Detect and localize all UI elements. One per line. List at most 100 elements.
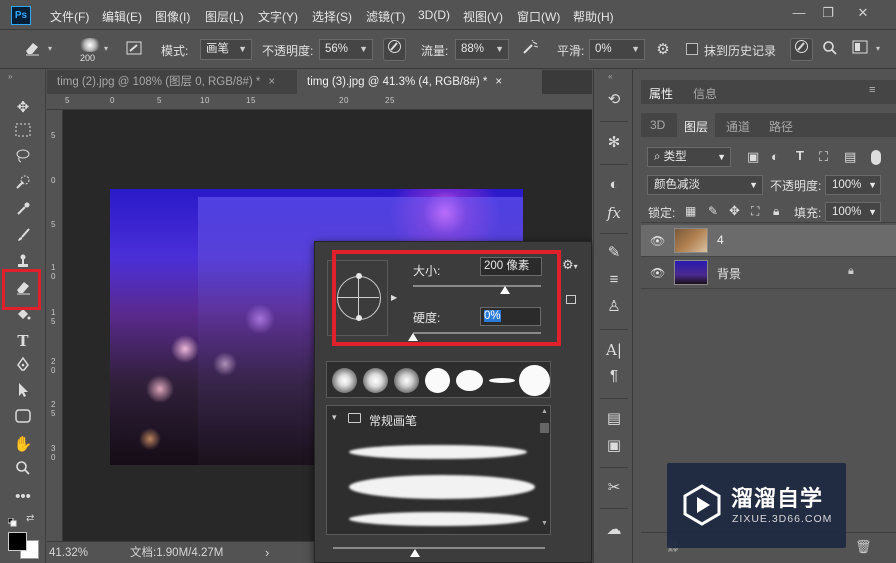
eraser-tool-icon[interactable] [22,40,42,60]
chevron-down-icon[interactable]: ▾ [332,412,337,423]
soft-round-brush-preset[interactable] [363,368,388,393]
preview-size-slider-thumb[interactable] [410,549,420,557]
tab-paths[interactable]: 路径 [769,118,793,135]
filter-adjustment-icon[interactable]: ◐ [771,149,779,164]
tab-timg-2[interactable]: timg (2).jpg @ 108% (图层 0, RGB/8#) * × [47,70,297,94]
new-preset-icon[interactable] [566,295,576,304]
tab-timg-3[interactable]: timg (3).jpg @ 41.3% (4, RGB/8#) * × [297,70,542,94]
brush-list-scrollbar[interactable]: ▲ ▼ [539,408,550,532]
layer-name[interactable]: 背景 [717,265,741,282]
pressure-opacity-button[interactable] [383,38,406,61]
layer-name[interactable]: 4 [717,233,724,247]
quick-selection-tool-icon[interactable] [10,174,36,196]
lock-position-icon[interactable]: ✥ [729,203,740,219]
filter-toggle-icon[interactable] [871,150,881,165]
hard-round-brush-preset[interactable] [425,368,450,393]
adjustments-icon[interactable]: ◐ [602,173,626,197]
paragraph-icon[interactable]: ¶ [602,364,626,388]
layer-row-background[interactable]: 👁︎ 背景 🔒︎ [641,257,896,289]
smoothing-input[interactable]: 0% ▼ [589,39,645,60]
lock-brush-icon[interactable]: ✎ [708,204,718,218]
opacity-input[interactable]: 56% ▼ [319,39,373,60]
menu-help[interactable]: 帮助(H) [573,8,614,25]
tools-cross-icon[interactable]: ✂ [602,476,626,500]
brush-stroke-preview[interactable] [349,445,527,459]
lock-artboard-icon[interactable]: ⛶ [751,204,759,219]
panel-menu-icon[interactable]: ≡ [869,84,875,96]
info-doc-icon[interactable]: ▣ [602,434,626,458]
pressure-size-button[interactable] [790,38,813,61]
hand-tool-icon[interactable]: ✋ [10,434,36,456]
menu-view[interactable]: 视图(V) [463,8,503,25]
flow-input[interactable]: 88% ▼ [455,39,509,60]
menu-image[interactable]: 图像(I) [155,8,190,25]
brush-preview-icon[interactable] [79,38,101,52]
brush-settings-panel-icon[interactable] [124,40,144,60]
collapse-dock-icon[interactable]: « [608,72,612,81]
brush-settings-icon[interactable]: ✎ [602,241,626,265]
erase-to-history-checkbox[interactable] [686,43,698,55]
swap-colors-icon[interactable]: ⇄ [26,513,34,524]
fill-input[interactable]: 100% ▼ [825,202,881,222]
menu-select[interactable]: 选择(S) [312,8,352,25]
maximize-button[interactable]: ❐ [816,4,840,22]
filter-type-icon[interactable]: T [796,148,804,163]
collapse-toolbar-icon[interactable]: » [8,72,12,81]
libraries-icon[interactable]: ☁ [602,518,626,542]
path-selection-tool-icon[interactable] [10,382,36,404]
menu-type[interactable]: 文字(Y) [258,8,298,25]
search-icon[interactable] [820,40,840,60]
brush-picker-chevron-icon[interactable]: ▾ [104,44,108,53]
brush-stroke-preview[interactable] [349,512,529,526]
menu-edit[interactable]: 编辑(E) [102,8,142,25]
type-tool-icon[interactable]: T [10,330,36,352]
minimize-button[interactable]: — [787,4,811,22]
layer-row-4[interactable]: 👁︎ 4 [641,225,896,257]
workspace-icon[interactable] [850,40,870,60]
foreground-color-swatch[interactable] [8,532,27,551]
airbrush-icon[interactable] [520,39,540,60]
move-tool-icon[interactable]: ✥ [10,97,36,119]
lock-all-icon[interactable]: 🔒︎ [773,204,779,219]
lasso-tool-icon[interactable] [10,148,36,170]
flat-brush-preset[interactable] [489,378,515,383]
brush-folder-label[interactable]: 常规画笔 [369,412,417,429]
trash-icon[interactable]: 🗑︎ [855,539,872,555]
menu-layer[interactable]: 图层(L) [205,8,244,25]
rectangle-tool-icon[interactable] [10,408,36,430]
soft-round-brush-preset[interactable] [332,368,357,393]
zoom-tool-icon[interactable] [10,460,36,482]
layer-filter-dropdown[interactable]: ⌕ 类型 ▼ [647,147,731,167]
pen-tool-icon[interactable] [10,356,36,378]
zoom-level[interactable]: 41.32% [49,543,88,563]
tab-3d[interactable]: 3D [650,118,665,132]
filter-pixel-icon[interactable]: ▣ [747,149,759,165]
close-icon[interactable]: × [495,76,502,88]
gear-icon[interactable]: ⚙ [653,40,673,60]
clone-source-icon[interactable]: ♙ [602,295,626,319]
default-colors-icon[interactable] [7,516,17,527]
close-icon[interactable]: × [268,76,275,88]
character-icon[interactable]: A| [602,338,626,362]
eye-icon[interactable]: 👁︎ [650,266,665,280]
brush-presets-icon[interactable]: ≡ [602,268,626,292]
soft-round-brush-preset[interactable] [394,368,419,393]
hard-oval-brush-preset[interactable] [456,370,483,391]
lock-transparent-icon[interactable]: ▦ [685,204,696,218]
tab-channels[interactable]: 通道 [726,118,750,135]
more-tools-icon[interactable]: ••• [10,486,36,508]
compass-icon[interactable]: ✻ [602,131,626,155]
tool-preset-chevron-icon[interactable]: ▾ [48,44,52,53]
tab-info[interactable]: 信息 [693,85,717,102]
brush-tool-icon[interactable] [10,227,36,249]
blend-mode-dropdown[interactable]: 颜色减淡 ▼ [647,175,763,195]
workspace-chevron-icon[interactable]: ▾ [876,44,880,53]
preview-size-slider-track[interactable] [333,547,545,549]
filter-smart-object-icon[interactable]: ▤ [844,149,856,165]
styles-fx-icon[interactable]: fx [602,201,626,225]
menu-3d[interactable]: 3D(D) [418,8,450,22]
brush-stroke-preview[interactable] [349,475,535,499]
status-menu-arrow-icon[interactable]: › [265,543,269,563]
marquee-tool-icon[interactable] [10,122,36,144]
close-window-button[interactable]: ✕ [851,4,875,22]
